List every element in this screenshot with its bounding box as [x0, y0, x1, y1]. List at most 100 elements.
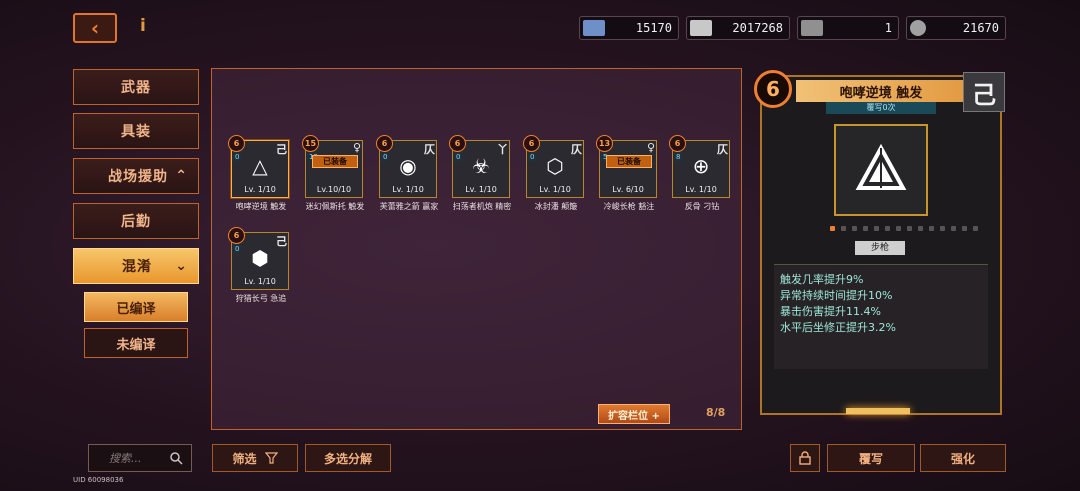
type-glyph: 仄 — [571, 143, 582, 156]
search-input[interactable]: 搜索... — [88, 444, 192, 472]
count-badge: 0 — [233, 245, 242, 253]
card-name: 冷峻长枪 豁注 — [603, 202, 655, 211]
stat-row: 触发几率提升9% — [780, 273, 864, 286]
uid-label: UID 60098036 — [73, 476, 124, 484]
biohazard-icon: ☣ — [472, 154, 490, 178]
card-level: Lv. 1/10 — [244, 185, 276, 194]
type-glyph-box: 己 — [963, 72, 1005, 112]
back-arrow-icon: ‹ — [90, 16, 100, 40]
mod-card[interactable]: 15 19 ♀ 已装备 Lv.10/10 迷幻佩斯托 触发 — [302, 135, 365, 212]
search-icon — [170, 451, 183, 465]
card-level: Lv.10/10 — [316, 185, 352, 194]
currency-gear: 21670 — [906, 16, 1006, 40]
equipped-badge: 已装备 — [606, 155, 652, 168]
level-badge: 6 — [228, 227, 245, 244]
level-badge: 6 — [449, 135, 466, 152]
funnel-icon — [264, 452, 278, 464]
expand-slots-button[interactable]: 扩容栏位 + — [598, 404, 670, 424]
mod-card[interactable]: 6 0 己 ⬢ Lv. 1/10 狩猎长弓 急追 — [228, 227, 291, 304]
gear-icon — [910, 20, 926, 36]
card-name: 芙蕾雅之箭 赢家 — [379, 202, 439, 211]
sidebar-item-armor[interactable]: 具装 — [73, 113, 199, 149]
card-level: Lv. 1/10 — [465, 185, 497, 194]
crate-icon — [583, 20, 605, 36]
glow-bar — [846, 408, 910, 414]
level-badge: 6 — [523, 135, 540, 152]
sidebar-item-obfuscation[interactable]: 混淆 ⌄ — [73, 248, 199, 284]
detail-level-badge: 6 — [754, 70, 792, 108]
currency-ammo: 1 — [797, 16, 899, 40]
mod-card[interactable]: 6 8 仄 ⊕ Lv. 1/10 反骨 刁钻 — [669, 135, 732, 212]
type-glyph: 丫 — [497, 143, 508, 156]
count-badge: 0 — [233, 153, 242, 161]
currency-value: 15170 — [635, 21, 672, 35]
banknote-icon — [690, 20, 712, 36]
lock-button[interactable] — [790, 444, 820, 472]
rewrite-button[interactable]: 覆写 — [827, 444, 915, 472]
currency-value: 21670 — [962, 21, 999, 35]
stat-row: 异常持续时间提升10% — [780, 289, 893, 302]
level-badge: 6 — [228, 135, 245, 152]
card-name: 反骨 刁钻 — [684, 202, 720, 211]
enhance-button[interactable]: 强化 — [920, 444, 1006, 472]
mod-card[interactable]: 13 5 ♀ 已装备 Lv. 6/10 冷峻长枪 豁注 — [596, 135, 659, 212]
level-badge: 6 — [376, 135, 393, 152]
chevron-down-icon: ⌄ — [175, 258, 188, 274]
level-badge: 6 — [669, 135, 686, 152]
count-badge: 0 — [381, 153, 390, 161]
currency-value: 2017268 — [732, 21, 783, 35]
stat-row: 水平后坐修正提升3.2% — [780, 321, 896, 334]
multi-dismantle-button[interactable]: 多选分解 — [305, 444, 391, 472]
info-icon[interactable]: i — [140, 16, 146, 36]
ammo-icon — [801, 20, 823, 36]
card-name: 咆哮逆境 触发 — [235, 202, 287, 211]
currency-value: 1 — [884, 21, 892, 35]
card-level: Lv. 1/10 — [244, 277, 276, 286]
sidebar-item-weapons[interactable]: 武器 — [73, 69, 199, 105]
count-badge: 0 — [528, 153, 537, 161]
slot-count: 8/8 — [706, 406, 726, 419]
mod-card[interactable]: 6 0 仄 ◉ Lv. 1/10 芙蕾雅之箭 赢家 — [376, 135, 439, 212]
sidebar-item-label: 战场援助 — [108, 169, 168, 185]
filter-button[interactable]: 筛选 — [212, 444, 298, 472]
page-indicator — [830, 226, 978, 231]
currency-money: 2017268 — [686, 16, 790, 40]
crosshair-icon: ⊕ — [692, 154, 710, 178]
card-name: 冰封潘 颠簸 — [534, 202, 578, 211]
weapon-type-tag: 步枪 — [855, 241, 905, 255]
count-badge: 8 — [674, 153, 683, 161]
detail-emblem — [834, 124, 928, 216]
detail-title: 咆哮逆境 触发 — [796, 80, 966, 102]
type-glyph: 仄 — [424, 143, 435, 156]
type-glyph: ♀ — [646, 141, 655, 154]
card-name: 扫荡者机炮 精密 — [452, 202, 512, 211]
triangle-emblem-icon — [855, 144, 907, 190]
chevron-up-icon: ⌃ — [175, 168, 188, 184]
card-name: 迷幻佩斯托 触发 — [305, 202, 365, 211]
hexagon-cluster-icon: ⬡ — [546, 154, 564, 178]
card-name: 狩猎长弓 急追 — [235, 294, 287, 303]
sidebar-item-label: 具装 — [121, 124, 151, 140]
sidebar-item-logistics[interactable]: 后勤 — [73, 203, 199, 239]
currency-crate: 15170 — [579, 16, 679, 40]
card-level: Lv. 1/10 — [539, 185, 571, 194]
type-glyph: 己 — [276, 235, 287, 248]
card-level: Lv. 1/10 — [685, 185, 717, 194]
sidebar-item-support[interactable]: 战场援助 ⌃ — [73, 158, 199, 194]
mod-card[interactable]: 6 0 仄 ⬡ Lv. 1/10 冰封潘 颠簸 — [523, 135, 586, 212]
mod-card[interactable]: 6 0 己 △ Lv. 1/10 咆哮逆境 触发 — [228, 135, 291, 212]
sub-tab-uncompiled[interactable]: 未编译 — [84, 328, 188, 358]
lock-icon — [799, 451, 811, 465]
sidebar-item-label: 武器 — [121, 80, 151, 96]
search-placeholder: 搜索... — [109, 452, 142, 465]
back-button[interactable]: ‹ — [73, 13, 117, 43]
orb-icon: ◉ — [399, 154, 417, 178]
stat-row: 暴击伤害提升11.4% — [780, 305, 881, 318]
triangle-emblem-icon: △ — [252, 154, 268, 178]
sub-tab-compiled[interactable]: 已编译 — [84, 292, 188, 322]
level-badge: 15 — [302, 135, 319, 152]
type-glyph: ♀ — [352, 141, 361, 154]
mod-card[interactable]: 6 0 丫 ☣ Lv. 1/10 扫荡者机炮 精密 — [449, 135, 512, 212]
sidebar-item-label: 后勤 — [121, 214, 151, 230]
card-level: Lv. 6/10 — [612, 185, 644, 194]
